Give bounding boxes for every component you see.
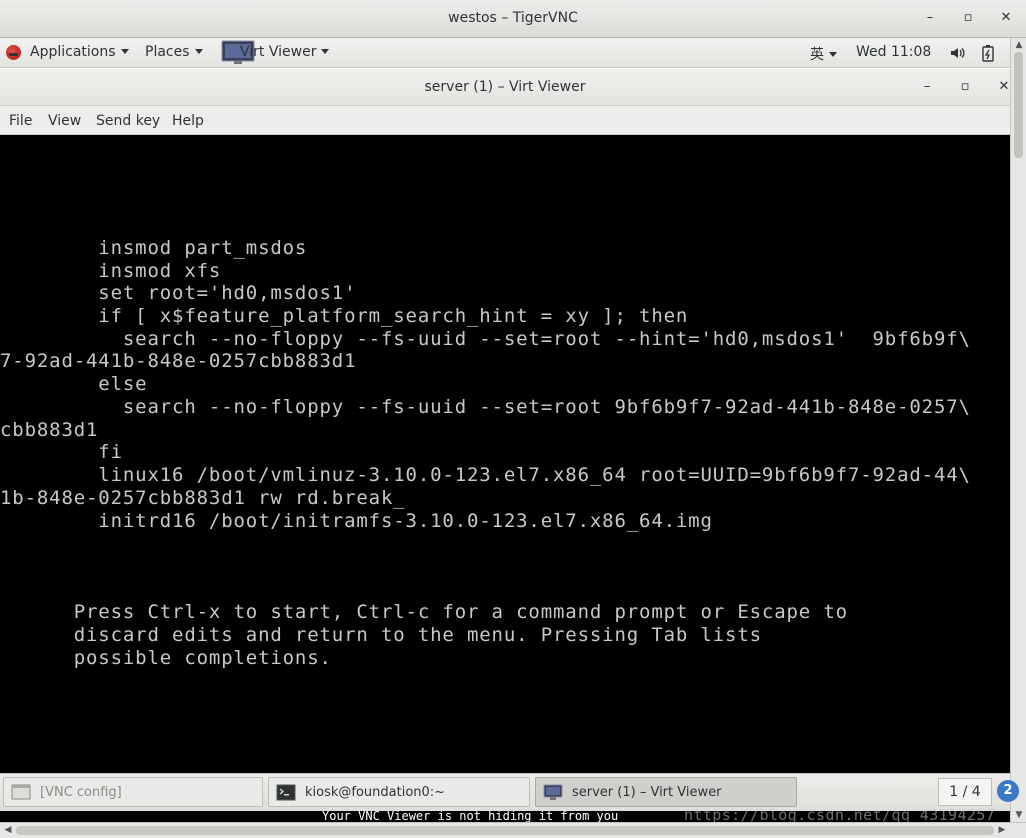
menu-view[interactable]: View: [48, 113, 81, 129]
task-label: kiosk@foundation0:~: [305, 785, 446, 800]
console-line: 7-92ad-441b-848e-0257cbb883d1: [0, 350, 357, 372]
virt-viewer-menu[interactable]: Virt Viewer: [240, 44, 330, 60]
menu-send-key[interactable]: Send key: [96, 113, 160, 129]
applications-label: Applications: [30, 44, 116, 60]
applications-menu[interactable]: Applications: [30, 44, 129, 60]
places-menu[interactable]: Places: [145, 44, 203, 60]
top-panel: Applications Places Virt Viewer 英 Wed 11…: [0, 38, 1010, 68]
console-line: 1b-848e-0257cbb883d1 rw rd.break_: [0, 487, 406, 509]
task-label: [VNC config]: [40, 785, 122, 800]
maximize-icon[interactable]: ▫: [956, 79, 974, 94]
clock[interactable]: Wed 11:08: [856, 44, 931, 60]
horizontal-scrollbar[interactable]: ◀ ▶: [0, 822, 1026, 838]
vnc-titlebar: westos – TigerVNC – ▫ ✕: [0, 0, 1026, 38]
vnc-notice-text: Your VNC Viewer is not hiding it from yo…: [322, 811, 619, 822]
horizontal-scroll-thumb[interactable]: [16, 826, 994, 835]
viewer-window-title: server (1) – Virt Viewer: [424, 79, 586, 95]
close-icon[interactable]: ✕: [997, 10, 1015, 25]
chevron-down-icon: [194, 49, 203, 54]
console-line: if [ x$feature_platform_search_hint = xy…: [0, 305, 689, 327]
console-line: initrd16 /boot/initramfs-3.10.0-123.el7.…: [0, 510, 713, 532]
workspace-switcher[interactable]: 1 / 4: [938, 778, 992, 806]
vertical-scroll-thumb[interactable]: [1014, 52, 1023, 158]
virt-viewer-label: Virt Viewer: [240, 44, 317, 60]
fedora-logo-icon: [6, 45, 21, 60]
task-terminal[interactable]: kiosk@foundation0:~: [268, 777, 530, 807]
console-line: else: [0, 373, 148, 395]
maximize-icon[interactable]: ▫: [959, 10, 977, 25]
menu-help[interactable]: Help: [172, 113, 204, 129]
console-line: set root='hd0,msdos1': [0, 282, 357, 304]
scroll-down-icon[interactable]: ▼: [1011, 808, 1026, 822]
minimize-icon[interactable]: –: [921, 10, 939, 25]
viewer-menubar: File View Send key Help: [0, 106, 1010, 135]
virt-viewer-icon: [543, 784, 563, 800]
task-vnc-config[interactable]: [VNC config]: [3, 777, 263, 807]
speaker-icon[interactable]: [949, 45, 965, 61]
battery-icon[interactable]: [982, 44, 994, 62]
viewer-titlebar: server (1) – Virt Viewer – ▫ ✕: [0, 69, 1010, 106]
console-line: insmod xfs: [0, 260, 222, 282]
console-help-line: possible completions.: [0, 647, 332, 669]
terminal-icon: [276, 784, 296, 801]
console-line: search --no-floppy --fs-uuid --set=root …: [0, 396, 971, 418]
scroll-left-icon[interactable]: ◀: [0, 823, 16, 837]
task-virt-viewer[interactable]: server (1) – Virt Viewer: [535, 777, 797, 807]
console-line: insmod part_msdos: [0, 237, 308, 259]
window-icon: [11, 784, 31, 800]
console-line: linux16 /boot/vmlinuz-3.10.0-123.el7.x86…: [0, 464, 971, 486]
task-label: server (1) – Virt Viewer: [572, 785, 722, 800]
console-line: search --no-floppy --fs-uuid --set=root …: [0, 328, 971, 350]
vertical-scrollbar[interactable]: ▲ ▼: [1010, 38, 1026, 822]
console-help-line: Press Ctrl-x to start, Ctrl-c for a comm…: [0, 601, 848, 623]
console-help-line: discard edits and return to the menu. Pr…: [0, 624, 762, 646]
help-icon[interactable]: 2: [997, 780, 1019, 802]
vnc-window-title: westos – TigerVNC: [448, 10, 578, 26]
chevron-down-icon: [829, 52, 837, 57]
input-method-indicator[interactable]: 英: [810, 44, 837, 64]
scroll-right-icon[interactable]: ▶: [994, 823, 1010, 837]
console-line: fi: [0, 441, 123, 463]
input-method-label: 英: [810, 47, 824, 63]
scroll-up-icon[interactable]: ▲: [1011, 38, 1026, 52]
console-line: cbb883d1: [0, 419, 99, 441]
vm-console[interactable]: insmod part_msdos insmod xfs set root='h…: [0, 135, 1010, 773]
chevron-down-icon: [321, 49, 330, 54]
chevron-down-icon: [120, 49, 129, 54]
places-label: Places: [145, 44, 190, 60]
menu-file[interactable]: File: [9, 113, 32, 129]
minimize-icon[interactable]: –: [918, 79, 936, 94]
